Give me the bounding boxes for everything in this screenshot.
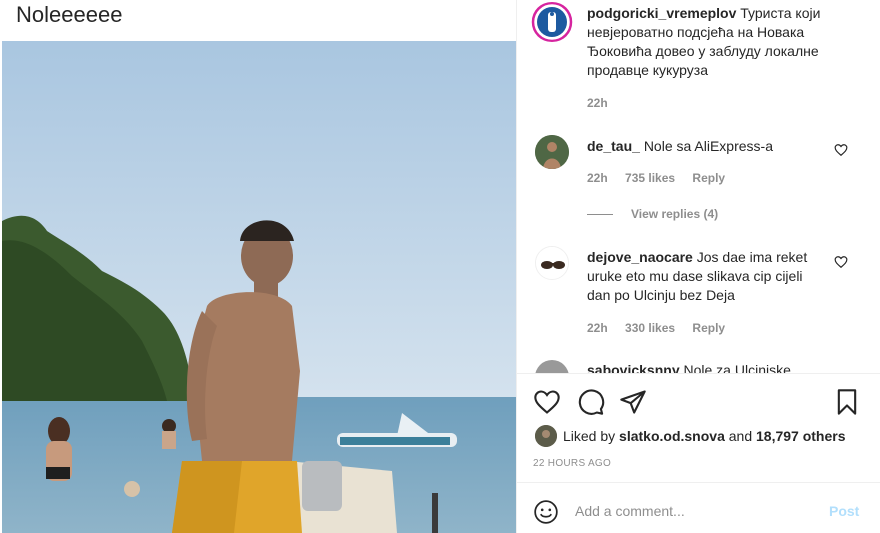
liked-by-joiner: and (728, 428, 753, 444)
photo-pane: Noleeeeee (0, 0, 516, 533)
commenter-avatar[interactable] (535, 246, 569, 280)
post-button[interactable]: Post (829, 503, 859, 519)
replies-line (587, 213, 613, 215)
likes-count[interactable]: 18,797 others (756, 428, 846, 444)
liker-username[interactable]: slatko.od.snova (619, 428, 725, 444)
post-details-panel: podgoricki_vremeplov Туриста који невјер… (516, 0, 880, 533)
liked-by-prefix: Liked by (563, 428, 616, 444)
commenter-avatar[interactable] (535, 135, 569, 169)
comment-meta: 22h 735 likes Reply (587, 171, 739, 185)
post-time: 22h (587, 96, 608, 110)
post-timestamp[interactable]: 22 HOURS AGO (533, 458, 611, 469)
comment-meta: 22h 330 likes Reply (587, 321, 739, 335)
comment-icon[interactable] (577, 388, 605, 416)
reply-button[interactable]: Reply (692, 171, 725, 185)
comment-time: 22h (587, 171, 608, 185)
author-username[interactable]: podgoricki_vremeplov (587, 5, 736, 21)
likes-summary: Liked by slatko.od.snova and 18,797 othe… (535, 425, 846, 447)
comment-body: dejove_naocare Jos dae ima reket uruke e… (587, 248, 827, 305)
comment-likes[interactable]: 735 likes (625, 171, 675, 185)
comment-body: sabovicksnny Nole za Ulcinjske (587, 361, 827, 373)
reply-button[interactable]: Reply (692, 321, 725, 335)
actions-divider (517, 373, 880, 374)
commenter-avatar[interactable] (535, 360, 569, 373)
comment-body: de_tau_ Nole sa AliExpress-a (587, 137, 827, 156)
comment-time: 22h (587, 321, 608, 335)
view-replies-label[interactable]: View replies (4) (631, 207, 718, 221)
comment-likes[interactable]: 330 likes (625, 321, 675, 335)
comment-input[interactable] (575, 503, 805, 519)
view-replies[interactable]: View replies (4) (587, 207, 718, 221)
comment-like-heart-icon[interactable] (834, 143, 848, 157)
comment-text: Nole za Ulcinjske (683, 362, 791, 373)
liker-avatar[interactable] (535, 425, 557, 447)
commenter-username[interactable]: de_tau_ (587, 138, 640, 154)
comment-divider (517, 482, 880, 483)
comments-scroll-area[interactable]: podgoricki_vremeplov Туриста који невјер… (517, 0, 880, 373)
heart-icon[interactable] (533, 388, 561, 416)
paper-plane-icon[interactable] (619, 388, 647, 416)
smiley-icon[interactable] (533, 499, 559, 525)
comment-text: Nole sa AliExpress-a (643, 138, 773, 154)
comment-like-heart-icon[interactable] (834, 255, 848, 269)
author-avatar[interactable] (531, 2, 573, 42)
commenter-username[interactable]: sabovicksnny (587, 362, 680, 373)
commenter-username[interactable]: dejove_naocare (587, 249, 693, 265)
post-photo[interactable] (2, 41, 516, 533)
post-caption: podgoricki_vremeplov Туриста који невјер… (587, 4, 863, 80)
bookmark-icon[interactable] (833, 388, 861, 416)
photo-caption: Noleeeeee (16, 2, 123, 27)
